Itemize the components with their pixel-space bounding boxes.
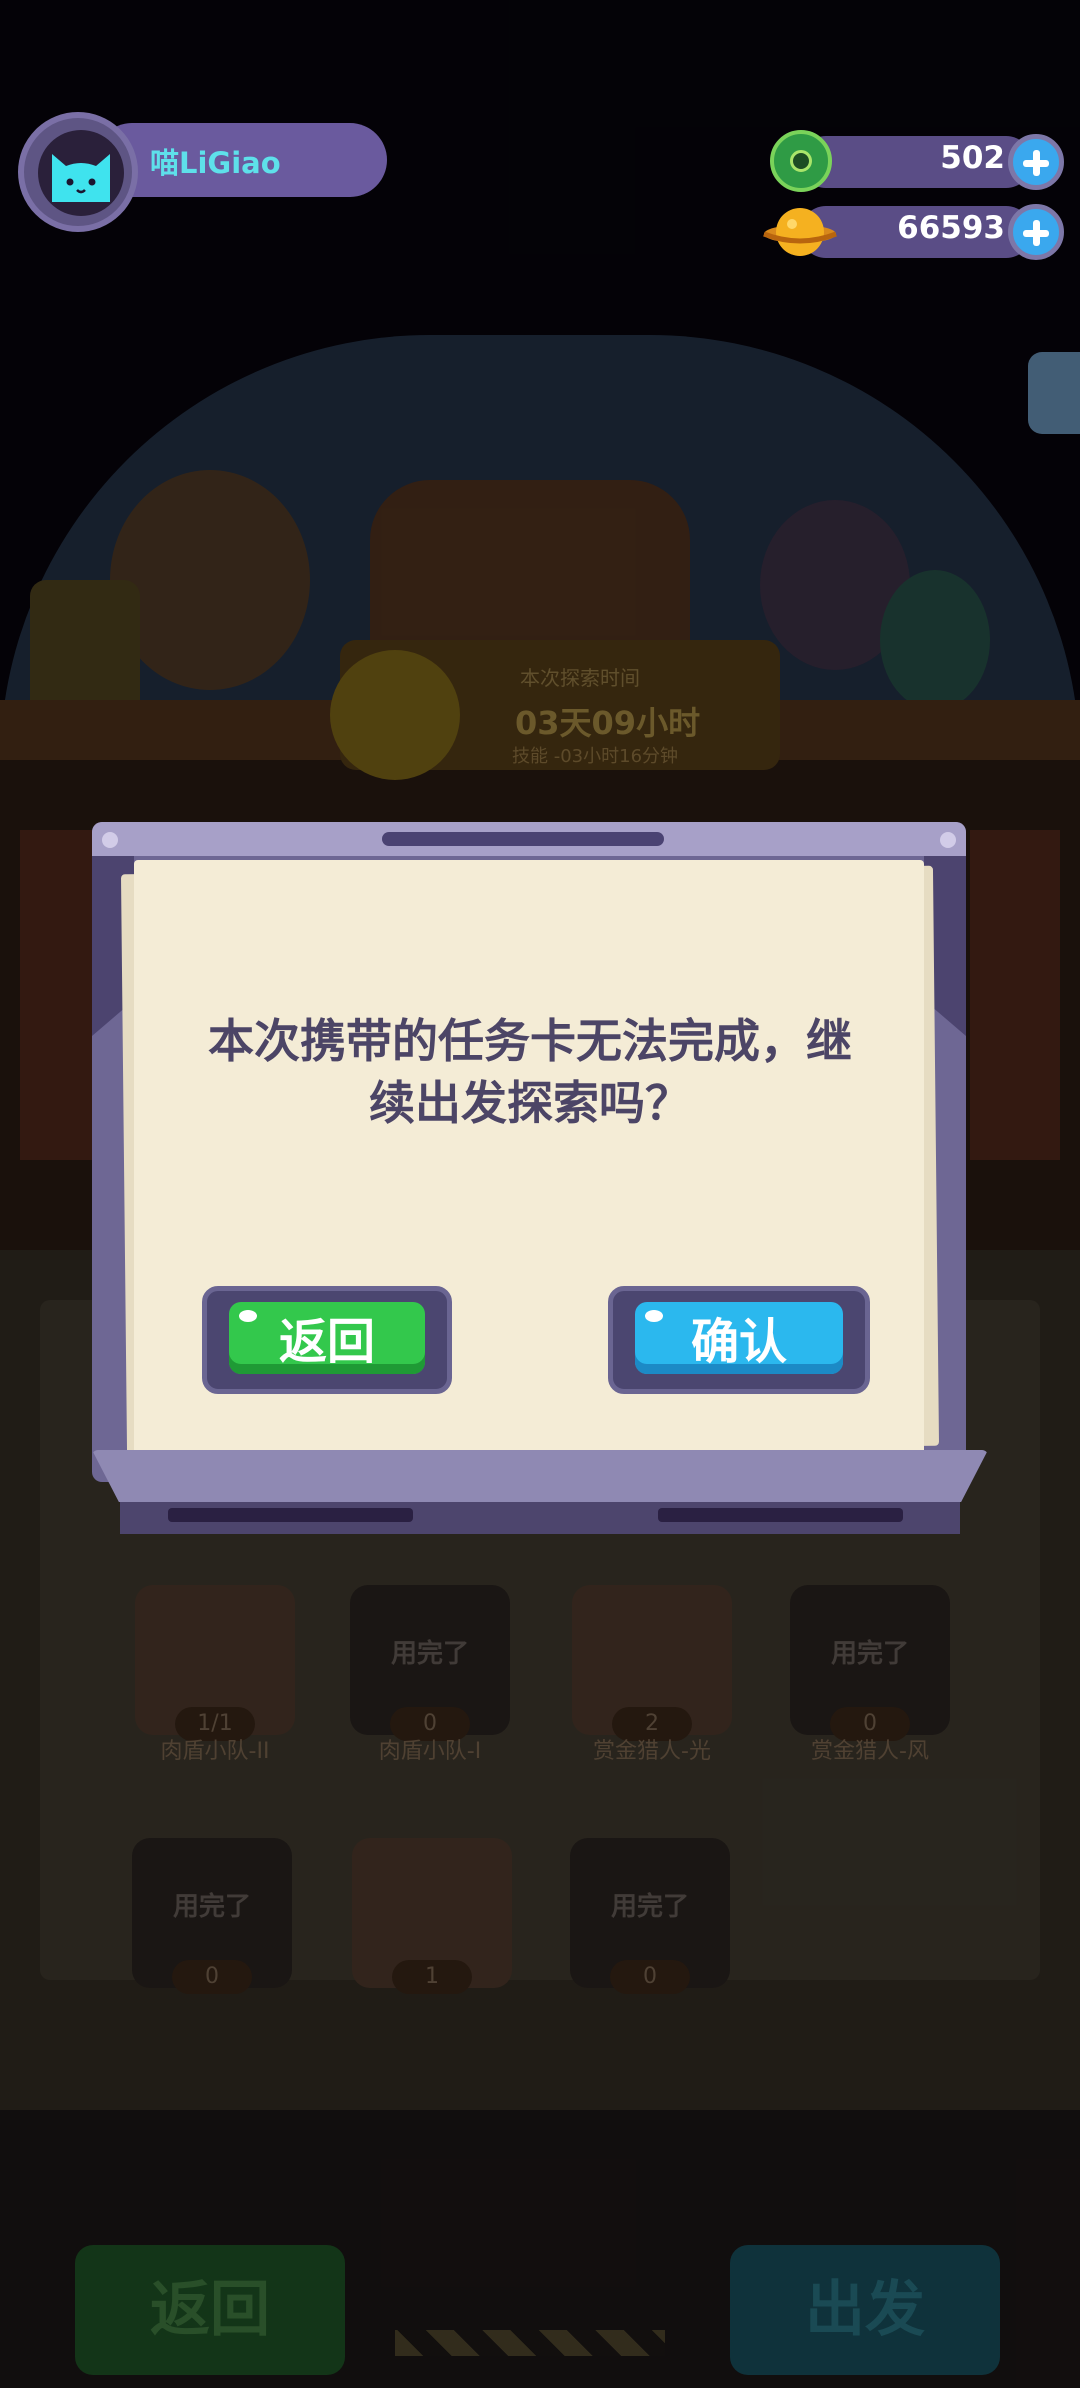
bolt-icon: [102, 832, 118, 848]
confirm-button-face[interactable]: 确认: [635, 1302, 843, 1374]
add-gems-plus-icon[interactable]: [1008, 134, 1064, 190]
dialog-base-bar: [658, 1508, 903, 1522]
game-screen: { "hud": { "player_name": "喵LiGiao", "ge…: [0, 0, 1080, 2388]
dialog-frame-slot: [382, 832, 664, 846]
confirm-button[interactable]: 确认: [608, 1286, 870, 1394]
dialog-base: [92, 1450, 988, 1502]
dialog-message-line: 续出发探索吗？: [369, 1076, 691, 1130]
add-coins-plus-icon[interactable]: [1008, 204, 1064, 260]
coin-count: 66593: [897, 210, 1005, 246]
dialog-base-bar: [168, 1508, 413, 1522]
back-button-label[interactable]: 返回: [229, 1302, 425, 1382]
dialog-message: 本次携带的任务卡无法完成，继 续出发探索吗？: [160, 1010, 900, 1134]
back-button-face[interactable]: 返回: [229, 1302, 425, 1374]
dialog-message-line: 本次携带的任务卡无法完成，继: [208, 1014, 852, 1068]
cat-avatar-icon[interactable]: [38, 130, 124, 216]
confirm-button-label[interactable]: 确认: [635, 1302, 843, 1382]
bolt-icon: [940, 832, 956, 848]
gem-count: 502: [940, 140, 1005, 176]
player-name: 喵LiGiao: [150, 146, 281, 180]
back-button[interactable]: 返回: [202, 1286, 452, 1394]
